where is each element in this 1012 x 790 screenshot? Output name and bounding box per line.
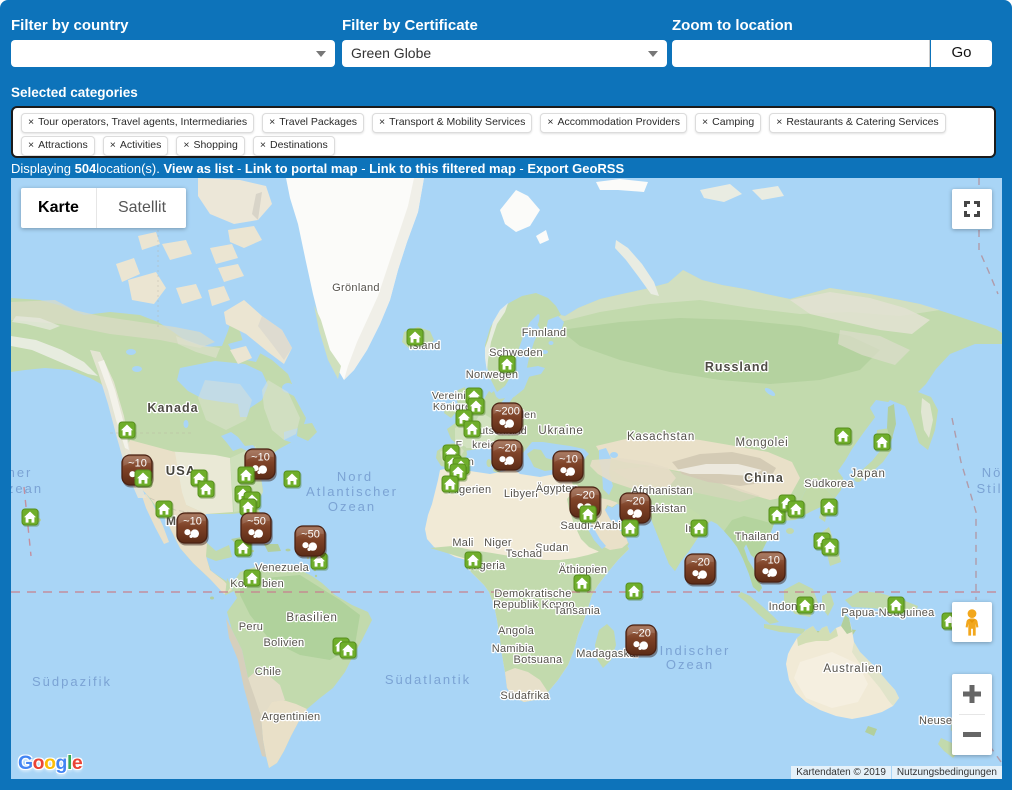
svg-text:Botsuana: Botsuana	[514, 654, 563, 666]
svg-text:Brasilien: Brasilien	[286, 612, 337, 624]
svg-text:Südkorea: Südkorea	[804, 478, 854, 490]
svg-text:~10: ~10	[251, 452, 270, 464]
svg-text:Venezuela: Venezuela	[255, 562, 310, 574]
svg-text:Chile: Chile	[255, 666, 282, 678]
svg-text:Bolivien: Bolivien	[264, 637, 305, 649]
svg-text:Kasachstan: Kasachstan	[627, 431, 695, 443]
svg-text:Ozean: Ozean	[666, 657, 714, 672]
svg-text:Nord: Nord	[337, 469, 373, 484]
svg-text:Thailand: Thailand	[735, 531, 780, 543]
svg-text:Südpazifik: Südpazifik	[32, 674, 112, 689]
svg-text:~20: ~20	[632, 628, 651, 640]
svg-text:Äthiopien: Äthiopien	[559, 564, 608, 576]
svg-text:len: len	[522, 409, 537, 421]
svg-text:Tansania: Tansania	[554, 605, 601, 617]
svg-text:Mongolei: Mongolei	[735, 437, 788, 449]
svg-text:Finnland: Finnland	[522, 327, 567, 339]
svg-text:Nö: Nö	[982, 465, 1002, 480]
svg-text:Indischer: Indischer	[660, 643, 731, 658]
svg-text:~20: ~20	[498, 443, 517, 455]
svg-text:Peru: Peru	[239, 621, 263, 633]
svg-text:Ozean: Ozean	[328, 499, 376, 514]
svg-text:~20: ~20	[691, 557, 710, 569]
svg-text:~50: ~50	[301, 529, 320, 541]
svg-text:~10: ~10	[761, 555, 780, 567]
svg-text:Tschad: Tschad	[506, 548, 543, 560]
svg-text:Ukraine: Ukraine	[538, 425, 583, 437]
svg-text:~50: ~50	[247, 516, 266, 528]
svg-text:Schweden: Schweden	[489, 347, 543, 359]
svg-text:Südafrika: Südafrika	[500, 690, 550, 702]
svg-text:~10: ~10	[183, 516, 202, 528]
svg-text:Argentinien: Argentinien	[262, 711, 321, 723]
svg-text:~20: ~20	[576, 490, 595, 502]
svg-text:Grönland: Grönland	[332, 282, 380, 294]
svg-text:Angola: Angola	[498, 625, 535, 637]
svg-text:Mali: Mali	[452, 537, 473, 549]
svg-text:~200: ~200	[495, 406, 520, 418]
svg-text:Still: Still	[977, 481, 1002, 496]
svg-text:Russland: Russland	[705, 360, 769, 374]
svg-text:Atlantischer: Atlantischer	[306, 484, 398, 499]
svg-text:zean: zean	[11, 481, 43, 496]
svg-text:bien: bien	[262, 578, 284, 590]
svg-text:~20: ~20	[626, 496, 645, 508]
svg-text:Südatlantik: Südatlantik	[385, 672, 471, 687]
svg-text:her: her	[11, 465, 32, 480]
svg-text:Japan: Japan	[850, 468, 885, 480]
svg-text:China: China	[744, 471, 784, 485]
svg-text:Australien: Australien	[823, 663, 882, 675]
svg-text:Libyen: Libyen	[504, 488, 538, 500]
svg-text:~10: ~10	[128, 458, 147, 470]
svg-text:Kanada: Kanada	[147, 401, 198, 415]
svg-text:~10: ~10	[559, 454, 578, 466]
